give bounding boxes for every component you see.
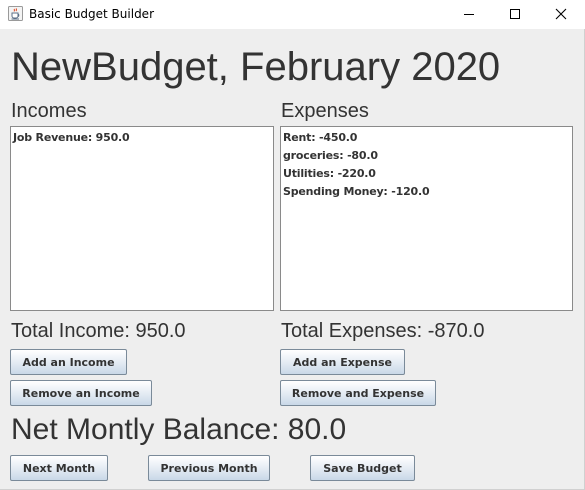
minimize-button[interactable] bbox=[446, 0, 492, 29]
expense-list-item[interactable]: Rent: -450.0 bbox=[283, 129, 570, 147]
remove-income-button[interactable]: Remove an Income bbox=[10, 380, 152, 406]
minimize-icon bbox=[463, 5, 475, 24]
expenses-list[interactable]: Rent: -450.0 groceries: -80.0 Utilities:… bbox=[280, 126, 573, 311]
next-month-button[interactable]: Next Month bbox=[10, 455, 108, 481]
incomes-label: Incomes bbox=[11, 100, 87, 122]
add-expense-button[interactable]: Add an Expense bbox=[280, 349, 405, 375]
total-expenses-label: Total Expenses: -870.0 bbox=[281, 320, 485, 342]
income-list-item[interactable]: Job Revenue: 950.0 bbox=[13, 129, 271, 147]
expense-list-item[interactable]: groceries: -80.0 bbox=[283, 147, 570, 165]
incomes-list[interactable]: Job Revenue: 950.0 bbox=[10, 126, 274, 311]
expense-list-item[interactable]: Spending Money: -120.0 bbox=[283, 183, 570, 201]
close-icon bbox=[555, 5, 567, 24]
java-cup-icon bbox=[8, 6, 23, 21]
maximize-icon bbox=[509, 5, 521, 24]
window-title: Basic Budget Builder bbox=[29, 7, 154, 21]
net-monthly-balance: Net Montly Balance: 80.0 bbox=[11, 413, 347, 446]
budget-heading: NewBudget, February 2020 bbox=[11, 45, 501, 89]
expense-list-item[interactable]: Utilities: -220.0 bbox=[283, 165, 570, 183]
previous-month-button[interactable]: Previous Month bbox=[148, 455, 270, 481]
remove-expense-button[interactable]: Remove and Expense bbox=[280, 380, 436, 406]
save-budget-button[interactable]: Save Budget bbox=[310, 455, 415, 481]
close-button[interactable] bbox=[538, 0, 584, 29]
add-income-button[interactable]: Add an Income bbox=[10, 349, 127, 375]
maximize-button[interactable] bbox=[492, 0, 538, 29]
expenses-label: Expenses bbox=[281, 100, 369, 122]
title-bar[interactable]: Basic Budget Builder bbox=[0, 0, 585, 29]
budget-window: Basic Budget Builder NewBudget, February… bbox=[0, 0, 585, 490]
total-income-label: Total Income: 950.0 bbox=[11, 320, 186, 342]
